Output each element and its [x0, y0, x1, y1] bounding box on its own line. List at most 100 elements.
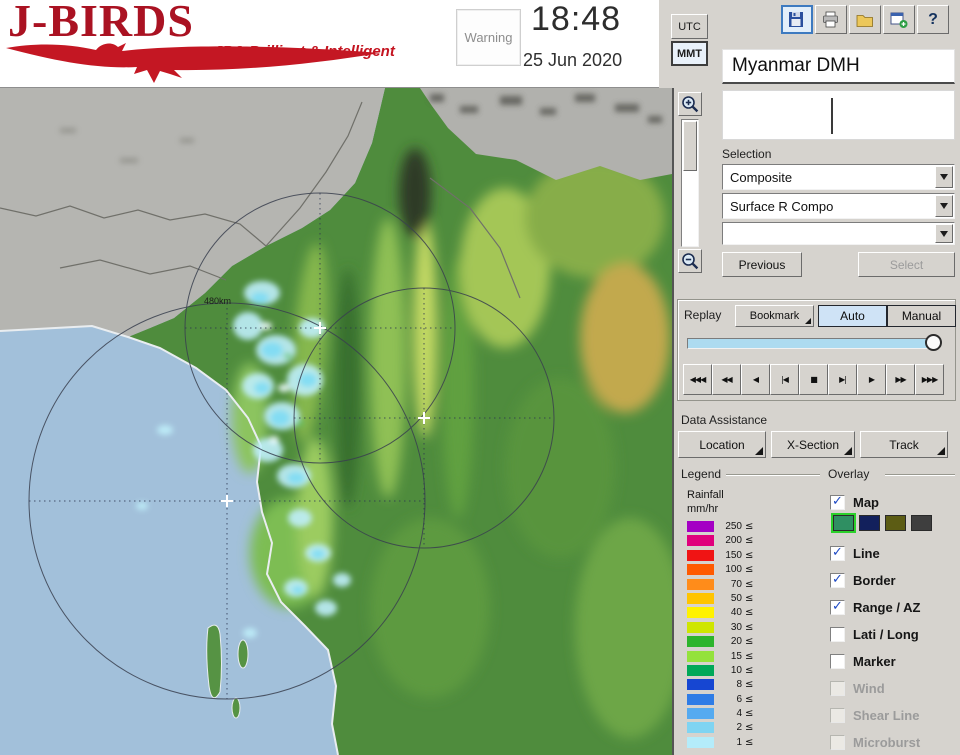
legend-row: 100 ≤ [687, 564, 753, 576]
overlay-item[interactable]: ✓ Range / AZ [830, 594, 958, 620]
legend-color-swatch [687, 607, 714, 619]
zoom-in-button[interactable] [678, 92, 702, 116]
stop-button[interactable]: ■ [799, 364, 828, 395]
map-style-swatch[interactable] [911, 515, 932, 531]
legend-heading: Legend [681, 467, 722, 481]
replay-slider[interactable] [687, 334, 942, 351]
step-back-button[interactable]: |◀ [770, 364, 799, 395]
legend-row: 6 ≤ [687, 693, 754, 705]
overlay-item[interactable]: ✓ Lati / Long [830, 621, 958, 647]
checkbox[interactable]: ✓ [830, 653, 845, 669]
station-name-field[interactable]: Myanmar DMH [722, 49, 955, 84]
data-assistance-label: Data Assistance [681, 413, 768, 427]
data-assistance-button[interactable]: Track [860, 431, 948, 458]
legend-row: 2 ≤ [687, 722, 753, 734]
chevron-down-icon[interactable] [935, 224, 953, 243]
legend-unit: mm/hr [687, 503, 719, 515]
open-folder-button[interactable] [849, 5, 881, 34]
overlay-item[interactable]: ✓ Border [830, 567, 958, 593]
fast-forward-button[interactable]: ▶▶ [886, 364, 915, 395]
bookmark-button[interactable]: Bookmark [735, 305, 814, 327]
help-button[interactable]: ? [917, 5, 949, 34]
data-assistance-button[interactable]: Location [678, 431, 766, 458]
text-entry-box[interactable] [722, 90, 955, 140]
checkbox[interactable]: ✓ [830, 680, 845, 696]
corner-triangle-icon [805, 318, 811, 324]
legend-suffix: ≤ [745, 679, 754, 691]
legend-row: 50 ≤ [687, 592, 753, 604]
overlay-heading: Overlay [828, 467, 870, 481]
magnifier-minus-icon [682, 253, 699, 270]
warning-button[interactable]: Warning [456, 9, 521, 66]
step-forward-button[interactable]: ▶| [828, 364, 857, 395]
previous-button[interactable]: Previous [722, 252, 802, 277]
checkmark-icon: ✓ [832, 571, 843, 587]
print-icon [823, 11, 838, 27]
checkbox[interactable]: ✓ [830, 734, 845, 750]
print-button[interactable] [815, 5, 847, 34]
legend-value: 4 [736, 708, 742, 720]
composite-dropdown[interactable]: Composite [722, 164, 955, 190]
legend-row: 4 ≤ [687, 708, 753, 720]
header: J-BIRDS JRC-Brilliant & Intelligent Rada… [0, 0, 659, 114]
fast-rewind-button[interactable]: ◀◀ [712, 364, 741, 395]
legend-suffix: ≤ [745, 693, 754, 705]
legend-color-swatch [687, 736, 714, 748]
zoom-out-button[interactable] [678, 249, 702, 273]
legend-value: 2 [736, 722, 742, 734]
map-style-swatch[interactable] [885, 515, 906, 531]
overlay-rule [885, 474, 955, 476]
radar-map[interactable]: 480km [0, 88, 685, 755]
reverse-play-button[interactable]: ◀ [741, 364, 770, 395]
select-button[interactable]: Select [858, 252, 955, 277]
data-assistance-button-label: Track [889, 437, 919, 452]
legend-color-swatch [687, 549, 714, 561]
checkbox[interactable]: ✓ [830, 545, 845, 561]
overlay-item[interactable]: ✓ Map [830, 489, 958, 515]
checkbox[interactable]: ✓ [830, 599, 845, 615]
data-assistance-buttons: Location X-Section Track [678, 431, 948, 458]
legend-value: 200 [725, 535, 742, 547]
checkbox[interactable]: ✓ [830, 707, 845, 723]
manual-button[interactable]: Manual [887, 305, 956, 327]
legend-value: 10 [730, 664, 742, 676]
add-window-button[interactable] [883, 5, 915, 34]
map-style-swatch[interactable] [859, 515, 880, 531]
overlay-item[interactable]: ✓ Line [830, 540, 958, 566]
overlay-item-label: Border [853, 572, 896, 588]
checkbox[interactable]: ✓ [830, 571, 845, 588]
legend-row: 250 ≤ [687, 521, 753, 532]
mmt-button[interactable]: MMT [671, 41, 708, 66]
auto-button[interactable]: Auto [818, 305, 887, 327]
legend-color-swatch [687, 564, 714, 576]
extra-dropdown[interactable] [722, 222, 955, 245]
checkbox[interactable]: ✓ [830, 626, 845, 642]
legend-suffix: ≤ [745, 607, 754, 619]
legend-row: 20 ≤ [687, 636, 753, 648]
zoom-scrollbar-thumb[interactable] [683, 121, 697, 171]
utc-button[interactable]: UTC [671, 14, 708, 39]
overlay-item[interactable]: ✓ Microburst [830, 729, 958, 755]
chevron-down-icon[interactable] [935, 195, 953, 217]
fastest-forward-button[interactable]: ▶▶▶ [915, 364, 944, 395]
legend-value: 1 [736, 736, 742, 748]
zoom-scrollbar[interactable] [681, 119, 699, 247]
overlay-item[interactable]: ✓ Marker [830, 648, 958, 674]
replay-slider-handle[interactable] [925, 334, 942, 351]
surface-dropdown[interactable]: Surface R Compo [722, 193, 955, 219]
overlay-item[interactable]: ✓ Shear Line [830, 702, 958, 728]
chevron-down-icon[interactable] [935, 166, 953, 188]
legend-color-swatch [687, 679, 714, 691]
legend-value: 50 [730, 592, 742, 604]
data-assistance-button[interactable]: X-Section [771, 431, 855, 458]
fastest-rewind-button[interactable]: ◀◀◀ [683, 364, 712, 395]
save-button[interactable] [781, 5, 813, 34]
checkbox[interactable]: ✓ [830, 494, 845, 510]
play-button[interactable]: ▶ [857, 364, 886, 395]
toolbar: ? [781, 5, 949, 34]
map-style-swatch[interactable] [833, 515, 854, 531]
legend-suffix: ≤ [745, 650, 754, 662]
overlay-item[interactable]: ✓ Wind [830, 675, 958, 701]
legend-color-swatch [687, 693, 714, 705]
legend-color-swatch [687, 722, 714, 734]
